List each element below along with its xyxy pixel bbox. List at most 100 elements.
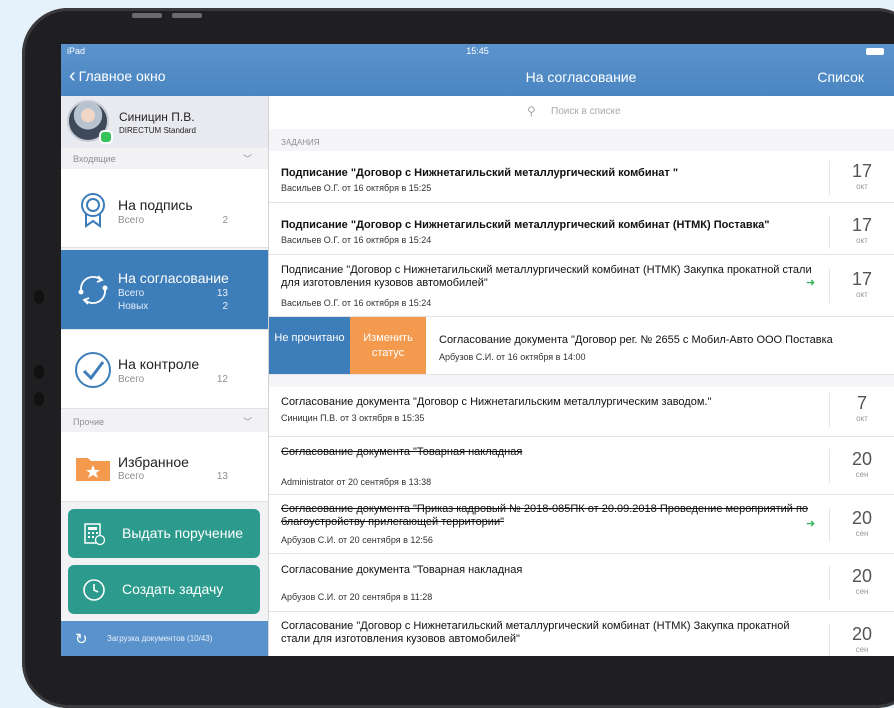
- item-date: 17 окт: [829, 161, 894, 195]
- count-label: Всего: [118, 215, 145, 226]
- item-day: 20: [851, 566, 873, 586]
- page-title: На согласование: [525, 69, 637, 85]
- folder-star-icon: [76, 458, 110, 481]
- count-row: Всего 13: [118, 471, 228, 482]
- clock-icon: [83, 579, 105, 601]
- list-button[interactable]: Список: [817, 69, 864, 85]
- count-label: Всего: [118, 288, 145, 299]
- list-item[interactable]: Согласование "Договор с Нижнетагильский …: [269, 612, 894, 656]
- item-title: Согласование документа "Договор рег. № 2…: [439, 334, 833, 346]
- list-item[interactable]: Подписание "Договор с Нижнетагильский ме…: [269, 151, 894, 203]
- list-item[interactable]: Согласование документа "Товарная накладн…: [269, 437, 894, 495]
- sidebar-item-label: На контроле: [118, 356, 200, 372]
- search-placeholder: Поиск в списке: [551, 106, 621, 117]
- item-subtitle: Арбузов С.И. от 20 сентября в 11:28: [281, 592, 433, 602]
- item-month: окт: [856, 290, 868, 299]
- item-title: Подписание "Договор с Нижнетагильский ме…: [281, 264, 812, 289]
- item-date: 20 сен: [829, 624, 894, 656]
- search-field[interactable]: ⚲ Поиск в списке: [269, 96, 894, 130]
- list-item-swiped[interactable]: Не прочитано Изменить статус Согласовани…: [269, 317, 894, 375]
- refresh-icon[interactable]: ↻: [75, 630, 88, 648]
- item-date: 20 сен: [829, 508, 894, 542]
- sidebar: Синицин П.В. DIRECTUM Standard Входящие …: [61, 96, 269, 656]
- item-subtitle: Васильев О.Г. от 16 октября в 15:25: [281, 183, 432, 193]
- section-incoming[interactable]: Входящие ﹀: [61, 150, 268, 168]
- create-task-button[interactable]: Создать задачу: [68, 565, 260, 614]
- change-status-label: Изменить статус: [363, 332, 413, 359]
- item-month: сен: [855, 529, 869, 538]
- item-subtitle: Васильев О.Г. от 16 октября в 15:24: [281, 235, 432, 245]
- section-other[interactable]: Прочие ﹀: [61, 413, 268, 431]
- forward-arrow-icon: ➜: [806, 518, 816, 530]
- back-button[interactable]: ‹ Главное окно: [69, 66, 165, 86]
- item-day: 20: [851, 449, 873, 469]
- item-title: Согласование документа "Договор с Нижнет…: [281, 396, 712, 408]
- sidebar-item-control[interactable]: На контроле Всего 12: [61, 330, 268, 409]
- item-title: Согласование "Договор с Нижнетагильский …: [281, 620, 790, 645]
- chevron-down-icon: ﹀: [242, 154, 252, 164]
- item-month: окт: [856, 414, 868, 423]
- list-item[interactable]: Согласование документа "Товарная накладн…: [269, 554, 894, 612]
- online-status-icon: [99, 130, 113, 144]
- count-row: Всего 12: [118, 374, 228, 385]
- item-title: Согласование документа "Товарная накладн…: [281, 564, 523, 576]
- item-subtitle: Васильев О.Г. от 16 октября в 15:24: [281, 298, 432, 308]
- calculator-icon: [84, 523, 106, 546]
- side-button: [34, 365, 44, 379]
- item-title: Согласование документа "Приказ кадровый …: [281, 503, 809, 528]
- section-header-label: ЗАДАНИЯ: [281, 138, 320, 147]
- count-value: 2: [222, 215, 228, 226]
- count-label: Новых: [118, 301, 149, 312]
- count-value: 13: [216, 288, 228, 299]
- count-row: Всего 2: [118, 215, 228, 226]
- list-item[interactable]: Согласование документа "Договор с Нижнет…: [269, 375, 894, 437]
- item-date: 20 сен: [829, 449, 894, 483]
- list-item[interactable]: Подписание "Договор с Нижнетагильский ме…: [269, 255, 894, 317]
- item-title: Подписание "Договор с Нижнетагильский ме…: [281, 167, 679, 179]
- item-subtitle: Синицин П.В. от 3 октября в 15:35: [281, 413, 425, 423]
- assign-task-button[interactable]: Выдать поручение: [68, 509, 260, 558]
- sidebar-item-approval[interactable]: На согласование Всего 13 Новых 2: [61, 250, 268, 330]
- count-row: Новых 2: [118, 301, 228, 312]
- item-date: 17 окт: [829, 269, 894, 303]
- side-button: [34, 290, 44, 304]
- list-item[interactable]: Согласование документа "Приказ кадровый …: [269, 495, 894, 554]
- count-label: Всего: [118, 374, 145, 385]
- check-circle-icon: [75, 352, 111, 388]
- list-item[interactable]: Подписание "Договор с Нижнетагильский ме…: [269, 203, 894, 255]
- side-button: [34, 392, 44, 406]
- mark-unread-button[interactable]: Не прочитано: [269, 317, 350, 374]
- item-title: Согласование документа "Товарная накладн…: [281, 446, 523, 458]
- section-header: ЗАДАНИЯ: [269, 129, 894, 151]
- create-task-label: Создать задачу: [122, 581, 224, 597]
- sidebar-item-favorites[interactable]: Избранное Всего 13: [61, 432, 268, 502]
- sidebar-item-sign[interactable]: На подпись Всего 2: [61, 169, 268, 248]
- item-month: окт: [856, 182, 868, 191]
- item-date: 17 окт: [829, 215, 894, 249]
- cycle-icon: [78, 275, 108, 305]
- section-incoming-label: Входящие: [73, 154, 116, 164]
- task-list: ⚲ Поиск в списке ЗАДАНИЯ Подписание "Дог…: [269, 96, 894, 656]
- item-month: сен: [855, 587, 869, 596]
- user-card[interactable]: Синицин П.В. DIRECTUM Standard: [61, 96, 268, 148]
- count-value: 2: [222, 301, 228, 312]
- item-title: Подписание "Договор с Нижнетагильский ме…: [281, 219, 770, 231]
- change-status-button[interactable]: Изменить статус: [350, 317, 426, 374]
- item-subtitle: Administrator от 20 сентября в 13:38: [281, 477, 432, 487]
- volume-button: [132, 13, 162, 18]
- item-date: 7 окт: [829, 393, 894, 427]
- chevron-down-icon: ﹀: [242, 417, 252, 427]
- user-org: DIRECTUM Standard: [119, 126, 196, 135]
- item-day: 20: [851, 624, 873, 644]
- loading-status: Загрузка документов (10/43): [107, 634, 213, 643]
- item-day: 17: [851, 269, 873, 289]
- item-month: сен: [855, 645, 869, 654]
- section-other-label: Прочие: [73, 417, 105, 427]
- item-day: 20: [851, 508, 873, 528]
- award-icon: [81, 193, 105, 228]
- sidebar-item-label: На подпись: [118, 197, 193, 213]
- status-time: 15:45: [466, 46, 489, 56]
- forward-arrow-icon: ➜: [806, 277, 816, 289]
- count-value: 12: [216, 374, 228, 385]
- item-subtitle: Арбузов С.И. от 20 сентября в 12:56: [281, 535, 433, 545]
